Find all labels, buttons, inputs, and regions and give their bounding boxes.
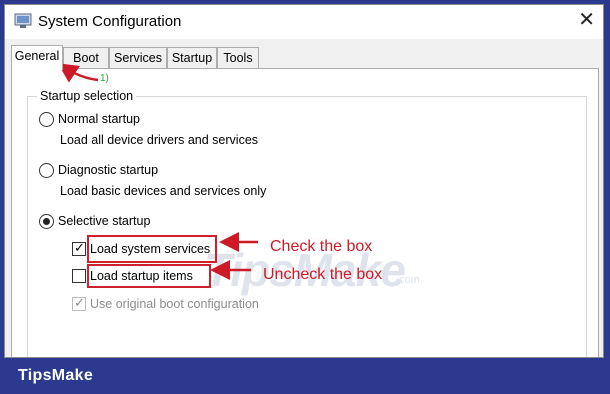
load-system-services-checkbox[interactable]: ✓ [72,240,86,256]
diagnostic-startup-label[interactable]: Diagnostic startup [58,163,158,177]
tab-boot[interactable]: Boot [63,47,109,69]
use-original-boot-config-label: Use original boot configuration [90,297,259,311]
step-number-label: 1) [100,73,109,84]
normal-startup-label[interactable]: Normal startup [58,112,140,126]
annotation-check: Check the box [270,238,373,255]
highlight-box-check [87,235,217,263]
watermark-suffix: .com [396,274,420,286]
diagnostic-startup-radio[interactable] [39,163,54,178]
footer-brand: TipsMake [18,367,94,384]
general-tab-panel: Startup selection TipsMake .com Normal s… [11,68,599,357]
screenshot-frame: System Configuration ✕ General Boot Serv… [0,0,610,360]
tab-startup[interactable]: Startup [167,47,217,69]
system-config-icon [14,13,32,29]
window-title: System Configuration [38,13,182,30]
footer-bar: TipsMake [0,360,610,394]
use-original-boot-config-checkbox: ✓ [72,295,86,311]
tab-general[interactable]: General [11,45,63,70]
checkmark-icon: ✓ [74,240,85,255]
normal-startup-radio[interactable] [39,112,54,127]
tab-tools[interactable]: Tools [217,47,259,69]
title-bar: System Configuration ✕ [5,5,603,39]
tab-services[interactable]: Services [109,47,167,69]
selective-startup-radio[interactable] [39,214,54,229]
checkmark-icon: ✓ [74,295,85,310]
close-icon[interactable]: ✕ [578,9,595,31]
system-configuration-window: System Configuration ✕ General Boot Serv… [4,4,604,358]
normal-startup-description: Load all device drivers and services [60,133,259,147]
startup-selection-legend: Startup selection [37,89,137,103]
highlight-box-uncheck [87,264,211,288]
annotation-uncheck: Uncheck the box [263,266,383,283]
load-startup-items-checkbox[interactable] [72,269,86,283]
diagnostic-startup-description: Load basic devices and services only [60,184,267,198]
selective-startup-label[interactable]: Selective startup [58,214,150,228]
